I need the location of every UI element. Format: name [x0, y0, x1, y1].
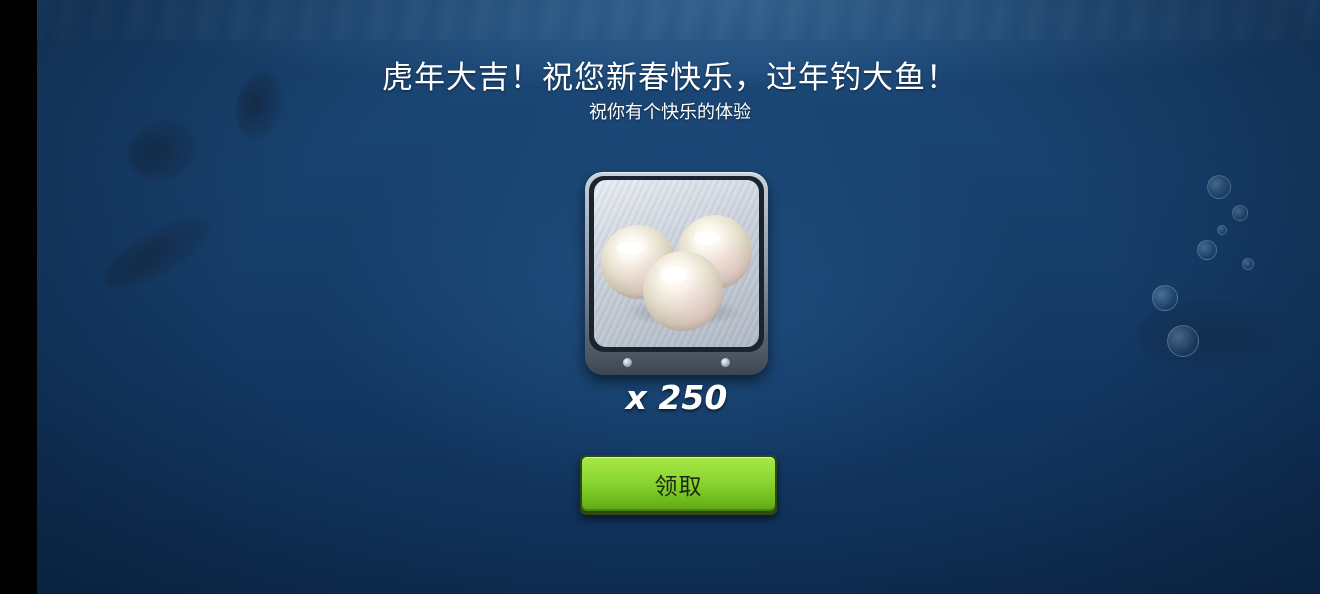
bubble — [1242, 258, 1254, 270]
reward-item-tile — [585, 172, 768, 375]
claim-button[interactable]: 领取 — [580, 455, 777, 515]
bubble — [1232, 205, 1248, 221]
bubble — [1167, 325, 1199, 357]
popup-subtitle: 祝你有个快乐的体验 — [589, 102, 751, 123]
left-black-bar — [0, 0, 37, 594]
water-surface — [37, 0, 1320, 40]
background-fish — [93, 203, 221, 302]
bubble — [1217, 225, 1227, 235]
bubble — [1152, 285, 1178, 311]
tile-bolt — [623, 358, 632, 367]
tile-background — [594, 180, 759, 347]
bubble — [1197, 240, 1217, 260]
popup-title: 虎年大吉！祝您新春快乐，过年钓大鱼！ — [382, 60, 958, 96]
reward-amount: x 250 — [625, 378, 728, 417]
tile-bolt — [721, 358, 730, 367]
claim-button-label: 领取 — [654, 474, 703, 500]
background-fish — [1137, 300, 1287, 370]
claim-button-face[interactable]: 领取 — [582, 457, 775, 511]
bubble — [1207, 175, 1231, 199]
pearls-icon — [601, 215, 752, 331]
game-screen: 虎年大吉！祝您新春快乐，过年钓大鱼！ 祝你有个快乐的体验 x 250 领取 — [0, 0, 1320, 594]
